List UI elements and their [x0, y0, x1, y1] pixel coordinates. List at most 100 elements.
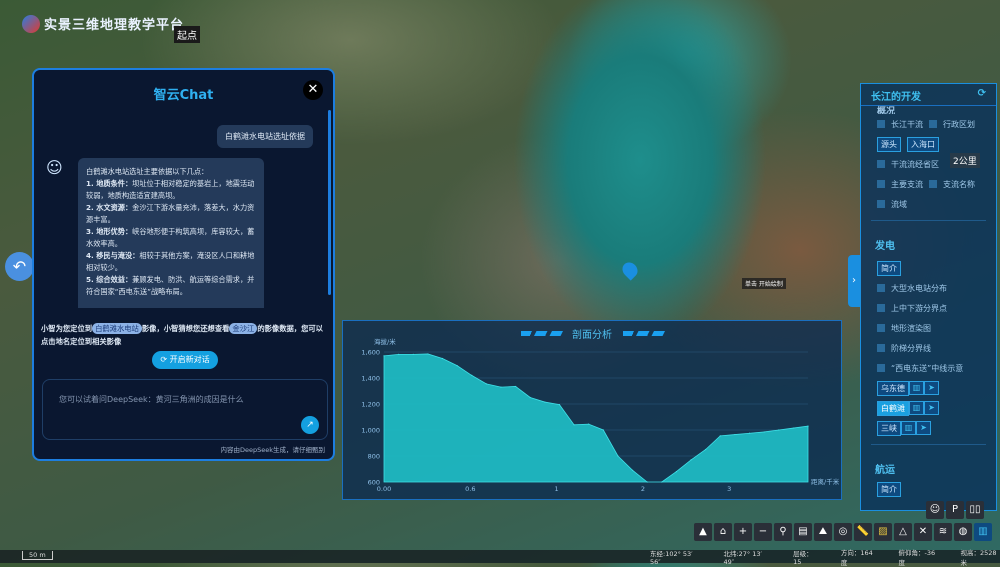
- folder-hatch-icon[interactable]: ▨: [874, 523, 892, 541]
- robot-avatar-icon: ☺: [46, 158, 63, 177]
- fly-to-icon[interactable]: ➤: [916, 421, 931, 435]
- elevation-point: [456, 365, 458, 367]
- station-button[interactable]: 三峡: [877, 420, 901, 436]
- mountain-icon[interactable]: △: [894, 523, 912, 541]
- status-bar: 东经:102° 53′ 56″ 北纬:27° 13′ 49″ 层级：15 方向：…: [0, 549, 1000, 567]
- map-pin-icon[interactable]: [619, 259, 641, 281]
- send-button[interactable]: ↗: [301, 416, 319, 434]
- intro-button[interactable]: 简介: [877, 482, 901, 497]
- profile-analysis-panel: 剖面分析 600 800 1,000 1,200 1,400 1,600 0.00 0.6 1 2…: [342, 320, 842, 500]
- checkbox[interactable]: [877, 120, 885, 128]
- book-icon[interactable]: ▥: [974, 523, 992, 541]
- place-link-baihetan[interactable]: 白鹤滩水电站: [92, 323, 142, 334]
- panel-title: 长江的开发: [871, 92, 921, 103]
- terrain-icon[interactable]: ⛰: [814, 523, 832, 541]
- location-hint: 小智为您定位到 白鹤滩水电站 影像，小智猜想您还想查看 金沙江 的影像数据，您可以点击地…: [41, 323, 323, 346]
- elevation-point: [427, 353, 429, 355]
- y-tick-label: 1,200: [361, 401, 380, 409]
- elevation-point: [441, 357, 444, 360]
- layers-icon[interactable]: ≋: [934, 523, 952, 541]
- power-title: 发电: [875, 241, 895, 252]
- new-chat-button[interactable]: ⟳ 开启新对话: [152, 351, 218, 369]
- split-screen-icon[interactable]: ▯▯: [966, 501, 984, 519]
- checkbox[interactable]: [877, 304, 885, 312]
- checkbox[interactable]: [929, 180, 937, 188]
- checkbox[interactable]: [877, 344, 885, 352]
- app-logo: 实景三维地理教学平台: [22, 14, 184, 33]
- refresh-icon: ⟳: [160, 355, 170, 364]
- cross-tools-icon[interactable]: ✕: [914, 523, 932, 541]
- station-button[interactable]: 乌东德: [877, 380, 909, 396]
- scale-bar: 50 m: [22, 551, 53, 560]
- place-link-jinsha[interactable]: 金沙江: [229, 323, 258, 334]
- station-button[interactable]: 白鹤滩: [877, 400, 909, 416]
- x-tick-label: 1: [555, 485, 559, 493]
- estuary-button[interactable]: 入海口: [907, 136, 939, 152]
- book-icon[interactable]: ▥: [901, 421, 916, 435]
- contour-icon[interactable]: ◎: [834, 523, 852, 541]
- pdf-icon[interactable]: P: [946, 501, 964, 519]
- checkbox[interactable]: [877, 160, 885, 168]
- y-tick-label: 800: [368, 453, 380, 461]
- elevation-point: [719, 435, 721, 437]
- overview-title: 概况: [877, 107, 896, 114]
- checkbox[interactable]: [877, 200, 885, 208]
- bot-point: 1. 地质条件：坝址位于相对稳定的基岩上，地震活动较弱，地质构造适宜建高坝。: [86, 179, 255, 200]
- back-button[interactable]: ↶: [5, 252, 34, 281]
- robot-icon[interactable]: ☺: [926, 501, 944, 519]
- home-icon[interactable]: ⌂: [714, 523, 732, 541]
- divider: [871, 220, 986, 221]
- bot-point: 5. 综合效益：兼顾发电、防洪、航运等综合需求，并符合国家“西电东送”战略布局。: [86, 275, 255, 296]
- source-button[interactable]: 源头: [877, 136, 901, 152]
- elevation-point: [398, 353, 400, 355]
- zoom-in-icon[interactable]: +: [734, 523, 752, 541]
- zoom-out-icon[interactable]: −: [754, 523, 772, 541]
- x-tick-label: 2: [641, 485, 645, 493]
- profile-chart: 6008001,0001,2001,4001,6000.00 0.6 1 2 3海拔/米…: [361, 337, 839, 493]
- view-height: 视高：2528米: [960, 548, 997, 567]
- checkbox-label: 地形渲染图: [891, 323, 931, 333]
- heading: 方向：164度: [840, 548, 873, 567]
- elevation-point: [514, 385, 517, 388]
- elevation-point: [471, 374, 473, 376]
- elevation-point: [807, 425, 809, 427]
- elevation-point: [734, 433, 736, 436]
- checkbox[interactable]: [929, 120, 937, 128]
- refresh-icon[interactable]: ⟳: [978, 88, 986, 101]
- ruler-icon[interactable]: 📏: [854, 523, 872, 541]
- search-icon[interactable]: ⚲: [774, 523, 792, 541]
- elevation-point: [748, 432, 751, 434]
- checkbox[interactable]: [877, 284, 885, 292]
- book-icon[interactable]: ▥: [909, 381, 924, 395]
- chat-input[interactable]: 您可以试着问DeepSeek：黄河三角洲的成因是什么 ↗: [42, 379, 328, 440]
- draw-hint: 单击 开始绘制: [742, 278, 786, 289]
- elevation-point: [485, 383, 487, 385]
- layer-panel: 长江的开发 ⟳ 概况 长江干流 行政区划 源头 入海口 干流流经省区 主要支流 支流名称…: [860, 83, 997, 511]
- compass-icon[interactable]: ▲: [694, 523, 712, 541]
- checkbox-label: 主要支流: [891, 179, 923, 189]
- chat-panel: 智云Chat ✕ 白鹤滩水电站选址依据 ☺ 白鹤滩水电站选址主要依据以下几点： …: [32, 68, 335, 461]
- checkbox[interactable]: [877, 180, 885, 188]
- elevation-area: [383, 353, 809, 483]
- x-tick-label: 0.00: [377, 485, 391, 493]
- chat-title: 智云Chat: [153, 88, 214, 103]
- distance-label: 2公里: [950, 153, 980, 168]
- globe-icon[interactable]: ◍: [954, 523, 972, 541]
- checkbox-label: 阶梯分界线: [891, 343, 931, 353]
- checkbox[interactable]: [877, 364, 885, 372]
- y-tick-label: 1,600: [361, 349, 380, 357]
- panel-collapse-button[interactable]: ›: [848, 255, 860, 307]
- checkbox[interactable]: [877, 324, 885, 332]
- book-icon[interactable]: ▥: [909, 401, 924, 415]
- intro-button[interactable]: 简介: [877, 260, 901, 276]
- elevation-point: [792, 427, 794, 429]
- fly-to-icon[interactable]: ➤: [924, 381, 939, 395]
- elevation-point: [675, 471, 678, 473]
- map-doc-icon[interactable]: ▤: [794, 523, 812, 541]
- close-chat-button[interactable]: ✕: [303, 80, 323, 100]
- start-point-label: 起点: [174, 26, 200, 43]
- chat-scrollbar[interactable]: [328, 110, 331, 295]
- bot-intro: 白鹤滩水电站选址主要依据以下几点：: [86, 167, 209, 176]
- fly-to-icon[interactable]: ➤: [924, 401, 939, 415]
- app-title: 实景三维地理教学平台: [44, 18, 185, 33]
